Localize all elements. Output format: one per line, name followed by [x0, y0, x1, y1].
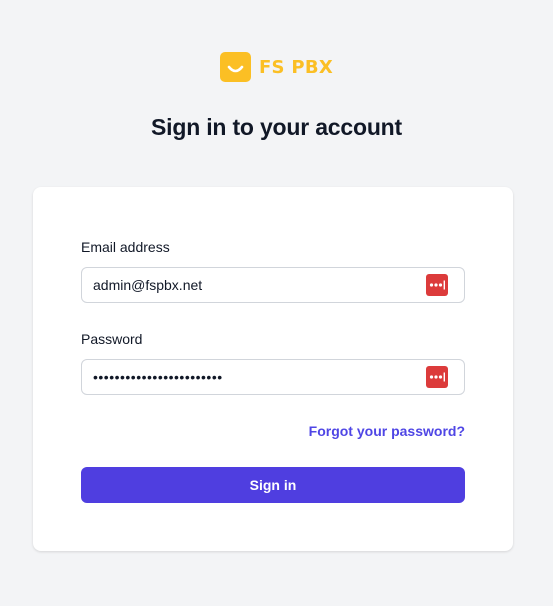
login-card: Email address admin@fspbx.net Password •…: [33, 187, 513, 551]
login-page: FS PBX Sign in to your account Email add…: [0, 0, 553, 606]
password-value: ••••••••••••••••••••••••: [93, 369, 223, 385]
page-title: Sign in to your account: [151, 114, 402, 140]
brand-name: FS PBX: [258, 56, 334, 78]
password-field[interactable]: ••••••••••••••••••••••••: [81, 359, 465, 395]
password-manager-icon[interactable]: [426, 366, 448, 388]
password-label: Password: [81, 331, 143, 347]
email-label: Email address: [81, 239, 170, 255]
brand-logo: FS PBX: [0, 52, 553, 82]
sign-in-button[interactable]: Sign in: [81, 467, 465, 503]
email-field[interactable]: admin@fspbx.net: [81, 267, 465, 303]
forgot-password-link[interactable]: Forgot your password?: [309, 423, 465, 439]
smile-logo-icon: [219, 52, 251, 82]
password-manager-icon[interactable]: [426, 274, 448, 296]
email-value: admin@fspbx.net: [93, 277, 203, 293]
